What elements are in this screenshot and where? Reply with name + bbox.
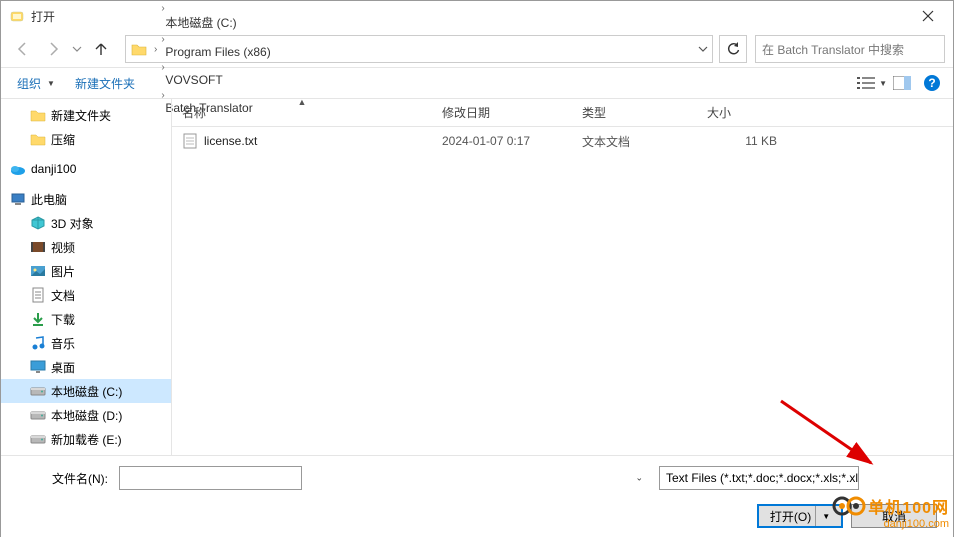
sidebar-item-label: 新加载卷 (E:) [51,431,122,448]
search-input[interactable]: 在 Batch Translator 中搜索 [755,35,945,63]
breadcrumb-segment[interactable]: VOVSOFT [159,73,276,87]
sidebar-item[interactable]: 音乐 [1,331,171,355]
chevron-down-icon: ▼ [47,79,55,88]
folder-icon [29,130,47,148]
file-date: 2024-01-07 0:17 [432,134,572,148]
breadcrumb-segment[interactable]: 本地磁盘 (C:) [159,14,276,31]
sidebar-item-label: 音乐 [51,335,75,352]
close-button[interactable] [905,2,951,30]
navbar: › 此电脑›本地磁盘 (C:)›Program Files (x86)›VOVS… [1,31,953,67]
sidebar-item-label: 新建文件夹 [51,107,111,124]
sidebar-item[interactable]: 文档 [1,283,171,307]
filename-input[interactable] [119,466,302,490]
music-icon [29,334,47,352]
sidebar-item[interactable]: 本地磁盘 (C:) [1,379,171,403]
breadcrumb-dropdown[interactable] [692,36,712,62]
sidebar-item[interactable]: 桌面 [1,355,171,379]
file-type: 文本文档 [572,133,697,150]
sidebar-item[interactable]: 视频 [1,235,171,259]
sidebar-item-label: 本地磁盘 (C:) [51,383,122,400]
search-placeholder: 在 Batch Translator 中搜索 [762,41,904,58]
pictures-icon [29,262,47,280]
drive-icon [29,382,47,400]
file-name: license.txt [204,134,257,148]
sidebar-item[interactable]: 本地磁盘 (D:) [1,403,171,427]
sidebar-item[interactable]: 图片 [1,259,171,283]
column-size[interactable]: 大小 [697,99,817,126]
filetype-select[interactable]: Text Files (*.txt;*.doc;*.docx;*.xls;*.x… [659,466,859,490]
documents-icon [29,286,47,304]
desktop-icon [29,358,47,376]
chevron-down-icon: ▼ [879,79,887,88]
view-mode-button[interactable]: ▼ [857,70,887,96]
sidebar-item-label: 本地磁盘 (D:) [51,407,122,424]
sidebar-item-label: 压缩 [51,131,75,148]
sort-ascending-icon: ▲ [298,97,307,107]
chevron-right-icon[interactable]: › [152,44,159,55]
forward-button[interactable] [39,35,67,63]
sidebar-item[interactable]: 3D 对象 [1,211,171,235]
organize-button[interactable]: 组织 ▼ [7,71,65,96]
sidebar-item-label: 3D 对象 [51,215,94,232]
sidebar-item-label: 图片 [51,263,75,280]
sidebar-item[interactable]: danji100 [1,157,171,181]
folder-icon [29,106,47,124]
video-icon [29,238,47,256]
column-type[interactable]: 类型 [572,99,697,126]
refresh-button[interactable] [719,35,747,63]
column-date[interactable]: 修改日期 [432,99,572,126]
app-icon [9,8,25,24]
file-size: 11 KB [697,134,817,148]
up-button[interactable] [87,35,115,63]
history-dropdown[interactable] [69,35,85,63]
sidebar-item[interactable]: 新加载卷 (E:) [1,427,171,451]
downloads-icon [29,310,47,328]
breadcrumb-segment[interactable]: Program Files (x86) [159,45,276,59]
column-headers: ▲ 名称 修改日期 类型 大小 [172,99,953,127]
preview-pane-button[interactable] [887,70,917,96]
sidebar-item-label: 此电脑 [31,191,67,208]
split-button-arrow-icon[interactable]: ▼ [815,506,830,526]
folder-icon [128,38,150,60]
thispc-icon [9,190,27,208]
filename-label: 文件名(N): [41,470,116,487]
help-button[interactable]: ? [917,70,947,96]
open-button[interactable]: 打开(O) ▼ [757,504,843,528]
dialog-footer: 文件名(N): ⌄ Text Files (*.txt;*.doc;*.docx… [1,455,953,537]
onedrive-icon [9,160,27,178]
sidebar-item-label: 下载 [51,311,75,328]
file-list[interactable]: ▲ 名称 修改日期 类型 大小 license.txt 2024-01-07 0:… [171,99,953,455]
chevron-right-icon[interactable]: › [159,62,166,73]
sidebar-item-label: 桌面 [51,359,75,376]
new-folder-button[interactable]: 新建文件夹 [65,71,145,96]
titlebar: 打开 [1,1,953,31]
chevron-down-icon: ⌄ [635,473,643,484]
back-button[interactable] [9,35,37,63]
drive-icon [29,406,47,424]
drive-icon [29,430,47,448]
sidebar-item-label: 文档 [51,287,75,304]
file-row[interactable]: license.txt 2024-01-07 0:17文本文档11 KB [172,127,953,155]
sidebar-item[interactable]: 新建文件夹 [1,103,171,127]
sidebar-item[interactable]: 此电脑 [1,187,171,211]
3d-icon [29,214,47,232]
sidebar[interactable]: 新建文件夹压缩 danji100 此电脑 3D 对象视频图片文档下载音乐桌面本地磁盘 … [1,99,171,455]
breadcrumb[interactable]: › 此电脑›本地磁盘 (C:)›Program Files (x86)›VOVS… [125,35,713,63]
svg-text:?: ? [928,76,935,90]
main-area: 新建文件夹压缩 danji100 此电脑 3D 对象视频图片文档下载音乐桌面本地磁盘 … [1,99,953,455]
chevron-right-icon[interactable]: › [159,34,166,45]
textfile-icon [182,133,198,149]
cancel-button[interactable]: 取消 [851,504,937,528]
sidebar-item[interactable]: 下载 [1,307,171,331]
toolbar: 组织 ▼ 新建文件夹 ▼ ? [1,67,953,99]
column-name[interactable]: ▲ 名称 [172,99,432,126]
sidebar-item[interactable]: 压缩 [1,127,171,151]
sidebar-item-label: 视频 [51,239,75,256]
sidebar-item-label: danji100 [31,162,76,176]
chevron-right-icon[interactable]: › [159,3,166,14]
